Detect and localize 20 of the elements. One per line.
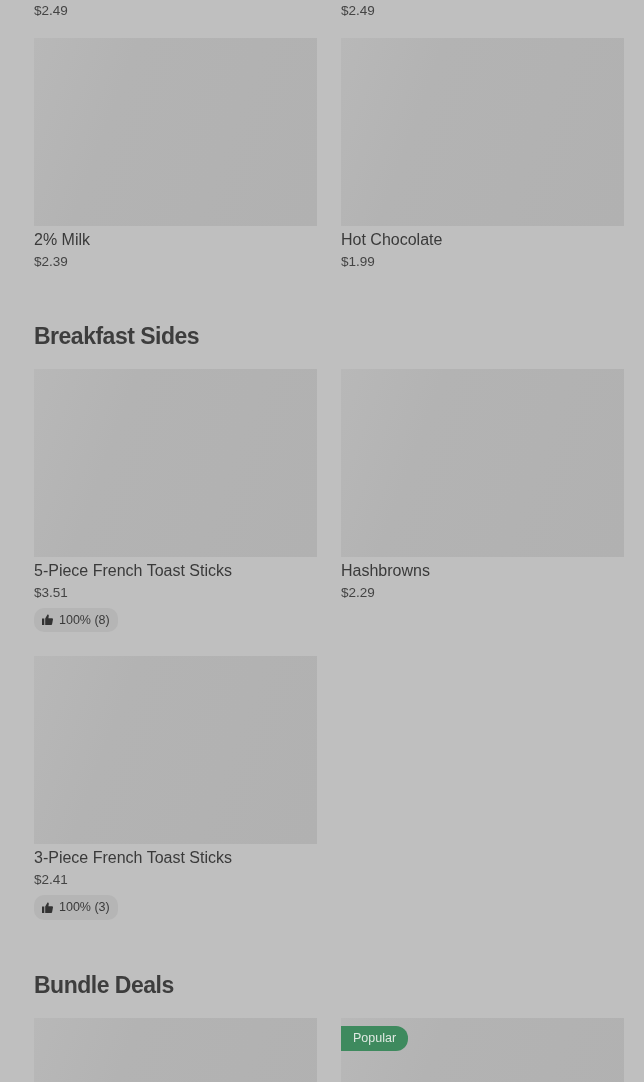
section-heading: Breakfast Sides bbox=[34, 323, 201, 351]
item-price: $1.99 bbox=[341, 253, 376, 271]
rating-text: 100% (3) bbox=[59, 899, 110, 917]
item-name: 2% Milk bbox=[34, 230, 91, 250]
image-placeholder[interactable]: Popular bbox=[341, 1017, 624, 1082]
thumbs-up-icon bbox=[42, 902, 53, 914]
item-price: $2.49 bbox=[341, 2, 376, 20]
item-price: $2.29 bbox=[341, 583, 376, 602]
thumbs-up-icon bbox=[42, 614, 53, 626]
popular-tag: Popular bbox=[341, 1025, 409, 1051]
section-heading: Bundle Deals bbox=[34, 972, 175, 1000]
rating-text: 100% (8) bbox=[59, 611, 110, 629]
item-name: Hashbrowns bbox=[341, 560, 431, 581]
item-name: 3-Piece French Toast Sticks bbox=[34, 848, 233, 869]
item-price: $2.41 bbox=[34, 871, 69, 890]
item-price: $2.39 bbox=[34, 253, 69, 271]
item-name: Hot Chocolate bbox=[341, 230, 444, 250]
item-name: 5-Piece French Toast Sticks bbox=[34, 560, 233, 581]
item-price: $3.51 bbox=[34, 583, 69, 602]
item-price: $2.49 bbox=[34, 2, 69, 20]
